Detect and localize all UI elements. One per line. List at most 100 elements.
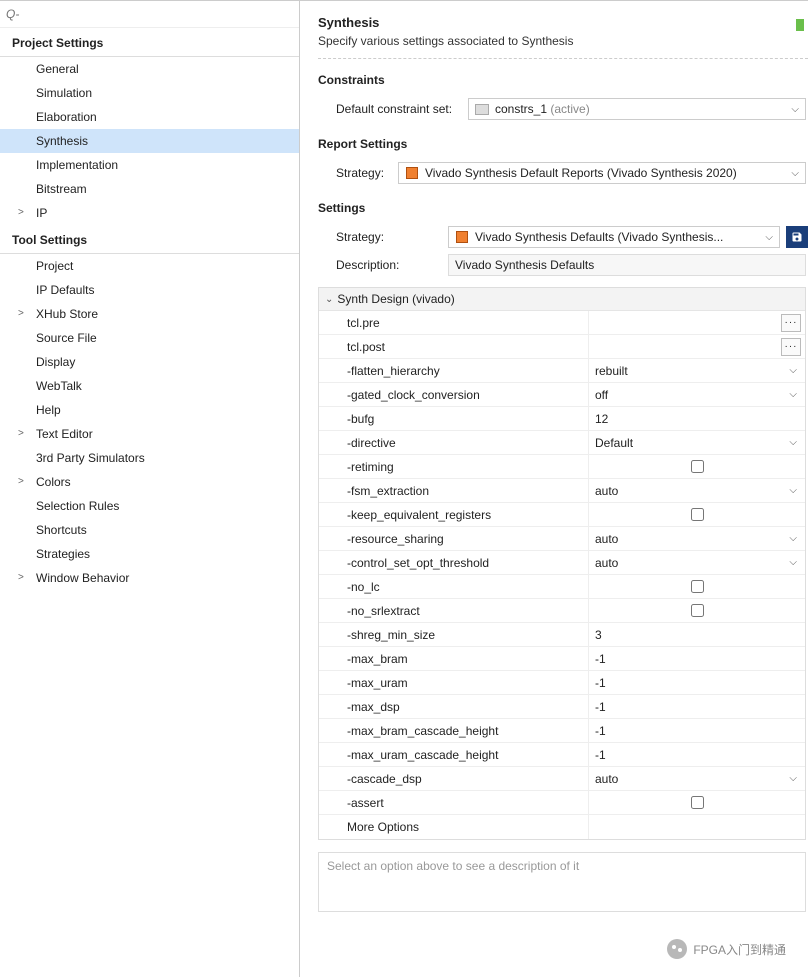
option-name: -gated_clock_conversion — [319, 383, 589, 406]
option-value-cell[interactable]: ··· — [589, 335, 805, 358]
report-strategy-dropdown[interactable]: Vivado Synthesis Default Reports (Vivado… — [398, 162, 806, 184]
option-value-cell[interactable]: auto⌵ — [589, 551, 805, 574]
settings-strategy-dropdown[interactable]: Vivado Synthesis Defaults (Vivado Synthe… — [448, 226, 780, 248]
option-name: -retiming — [319, 455, 589, 478]
nav-item-xhub-store[interactable]: >XHub Store — [0, 302, 299, 326]
nav-item-simulation[interactable]: Simulation — [0, 81, 299, 105]
option-value-cell[interactable] — [589, 815, 805, 839]
default-constraint-dropdown[interactable]: constrs_1 (active) ⌵ — [468, 98, 806, 120]
nav-item-ip-defaults[interactable]: IP Defaults — [0, 278, 299, 302]
option-row[interactable]: -gated_clock_conversionoff⌵ — [319, 383, 805, 407]
chevron-right-icon: > — [18, 476, 24, 487]
browse-button[interactable]: ··· — [781, 314, 801, 332]
description-field[interactable]: Vivado Synthesis Defaults — [448, 254, 806, 276]
option-value-cell[interactable]: -1 — [589, 719, 805, 742]
option-checkbox[interactable] — [691, 508, 704, 521]
option-value-cell[interactable]: ··· — [589, 311, 805, 334]
option-row[interactable]: -fsm_extractionauto⌵ — [319, 479, 805, 503]
nav-item-label: Project — [36, 259, 73, 273]
browse-button[interactable]: ··· — [781, 338, 801, 356]
option-value-cell[interactable]: rebuilt⌵ — [589, 359, 805, 382]
settings-strategy-value: Vivado Synthesis Defaults (Vivado Synthe… — [475, 230, 723, 244]
nav-item-source-file[interactable]: Source File — [0, 326, 299, 350]
option-row[interactable]: -max_bram_cascade_height-1 — [319, 719, 805, 743]
option-row[interactable]: -no_srlextract — [319, 599, 805, 623]
option-row[interactable]: -control_set_opt_thresholdauto⌵ — [319, 551, 805, 575]
option-row[interactable]: More Options — [319, 815, 805, 839]
option-row[interactable]: tcl.post··· — [319, 335, 805, 359]
option-row[interactable]: -max_uram-1 — [319, 671, 805, 695]
option-value-cell[interactable]: auto⌵ — [589, 527, 805, 550]
section-header: Project Settings — [0, 28, 299, 57]
nav-item-text-editor[interactable]: >Text Editor — [0, 422, 299, 446]
option-row[interactable]: -max_uram_cascade_height-1 — [319, 743, 805, 767]
nav-item-general[interactable]: General — [0, 57, 299, 81]
option-value-cell[interactable]: off⌵ — [589, 383, 805, 406]
nav-item-elaboration[interactable]: Elaboration — [0, 105, 299, 129]
option-row[interactable]: -retiming — [319, 455, 805, 479]
nav-item-3rd-party-simulators[interactable]: 3rd Party Simulators — [0, 446, 299, 470]
option-row[interactable]: -shreg_min_size3 — [319, 623, 805, 647]
option-row[interactable]: -cascade_dspauto⌵ — [319, 767, 805, 791]
nav-item-help[interactable]: Help — [0, 398, 299, 422]
option-value: -1 — [595, 700, 606, 714]
option-value-cell[interactable]: 3 — [589, 623, 805, 646]
constraints-label: Constraints — [318, 73, 808, 87]
option-name: -max_bram — [319, 647, 589, 670]
option-value-cell[interactable]: auto⌵ — [589, 767, 805, 790]
option-name: -no_lc — [319, 575, 589, 598]
nav-item-ip[interactable]: >IP — [0, 201, 299, 225]
main-header: Synthesis Specify various settings assoc… — [318, 15, 808, 59]
option-value-cell[interactable] — [589, 455, 805, 478]
option-row[interactable]: -flatten_hierarchyrebuilt⌵ — [319, 359, 805, 383]
option-row[interactable]: -resource_sharingauto⌵ — [319, 527, 805, 551]
option-value-cell[interactable]: -1 — [589, 743, 805, 766]
option-checkbox[interactable] — [691, 460, 704, 473]
nav-item-shortcuts[interactable]: Shortcuts — [0, 518, 299, 542]
option-value-cell[interactable] — [589, 575, 805, 598]
nav-item-implementation[interactable]: Implementation — [0, 153, 299, 177]
option-row[interactable]: tcl.pre ··· — [319, 311, 805, 335]
option-value-cell[interactable]: auto⌵ — [589, 479, 805, 502]
option-value: -1 — [595, 748, 606, 762]
nav-item-synthesis[interactable]: Synthesis — [0, 129, 299, 153]
nav-item-label: Elaboration — [36, 110, 97, 124]
chevron-down-icon: ⌵ — [791, 104, 799, 115]
options-group-header[interactable]: ⌄ Synth Design (vivado) — [319, 288, 805, 311]
option-row[interactable]: -assert — [319, 791, 805, 815]
option-row[interactable]: -bufg12 — [319, 407, 805, 431]
search-input[interactable] — [6, 5, 293, 23]
option-value-cell[interactable]: -1 — [589, 647, 805, 670]
save-button[interactable] — [786, 226, 808, 248]
help-icon[interactable] — [796, 19, 804, 31]
nav-item-bitstream[interactable]: Bitstream — [0, 177, 299, 201]
option-checkbox[interactable] — [691, 796, 704, 809]
option-row[interactable]: -directiveDefault⌵ — [319, 431, 805, 455]
page-title: Synthesis — [318, 15, 808, 30]
option-value-cell[interactable]: -1 — [589, 671, 805, 694]
option-row[interactable]: -max_dsp-1 — [319, 695, 805, 719]
strategy-label: Strategy: — [318, 230, 448, 244]
option-row[interactable]: -max_bram-1 — [319, 647, 805, 671]
nav-item-project[interactable]: Project — [0, 254, 299, 278]
option-name: tcl.pre — [319, 311, 589, 334]
option-value-cell[interactable]: -1 — [589, 695, 805, 718]
nav-item-label: WebTalk — [36, 379, 82, 393]
option-row[interactable]: -no_lc — [319, 575, 805, 599]
option-value-cell[interactable] — [589, 503, 805, 526]
option-row[interactable]: -keep_equivalent_registers — [319, 503, 805, 527]
nav-item-webtalk[interactable]: WebTalk — [0, 374, 299, 398]
option-checkbox[interactable] — [691, 604, 704, 617]
option-value: -1 — [595, 724, 606, 738]
option-value-cell[interactable]: Default⌵ — [589, 431, 805, 454]
option-value-cell[interactable] — [589, 599, 805, 622]
nav-item-selection-rules[interactable]: Selection Rules — [0, 494, 299, 518]
nav-item-colors[interactable]: >Colors — [0, 470, 299, 494]
nav-item-strategies[interactable]: Strategies — [0, 542, 299, 566]
option-checkbox[interactable] — [691, 580, 704, 593]
option-value-cell[interactable] — [589, 791, 805, 814]
nav-item-window-behavior[interactable]: >Window Behavior — [0, 566, 299, 590]
nav-item-label: Simulation — [36, 86, 92, 100]
nav-item-display[interactable]: Display — [0, 350, 299, 374]
option-value-cell[interactable]: 12 — [589, 407, 805, 430]
